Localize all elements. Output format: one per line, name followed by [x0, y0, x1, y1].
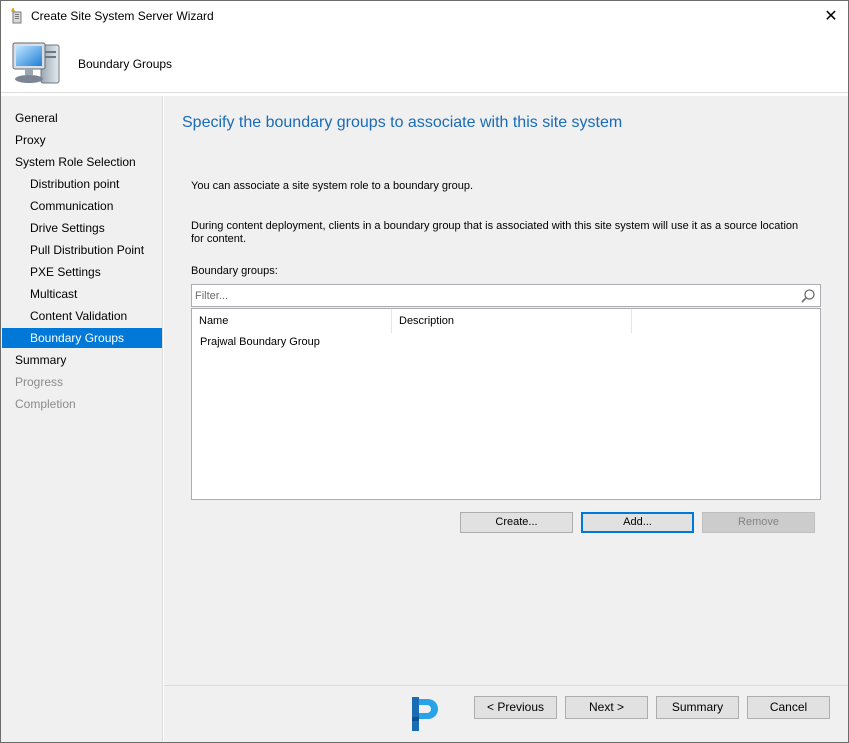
- search-icon[interactable]: [800, 288, 816, 304]
- nav-item-pull-distribution-point[interactable]: Pull Distribution Point: [2, 240, 162, 260]
- description-text: During content deployment, clients in a …: [191, 220, 799, 245]
- title-bar: Create Site System Server Wizard ✕: [1, 1, 848, 31]
- wizard-app-icon: [11, 8, 22, 24]
- nav-item-pxe-settings[interactable]: PXE Settings: [2, 262, 162, 282]
- nav-item-proxy[interactable]: Proxy: [2, 130, 162, 150]
- previous-button[interactable]: < Previous: [474, 696, 557, 719]
- intro-text: You can associate a site system role to …: [191, 180, 474, 192]
- close-button[interactable]: ✕: [814, 1, 848, 31]
- wizard-header: Boundary Groups: [1, 31, 848, 93]
- nav-item-content-validation[interactable]: Content Validation: [2, 306, 162, 326]
- computer-monitor-icon: [12, 42, 60, 84]
- wizard-window: Create Site System Server Wizard ✕ Bound…: [0, 0, 849, 743]
- nav-item-multicast[interactable]: Multicast: [2, 284, 162, 304]
- prajwal-logo-icon: [412, 697, 438, 731]
- filter-box: [191, 284, 821, 307]
- boundary-groups-label: Boundary groups:: [191, 265, 278, 277]
- nav-item-drive-settings[interactable]: Drive Settings: [2, 218, 162, 238]
- header-title: Boundary Groups: [78, 57, 173, 71]
- nav-item-completion: Completion: [15, 397, 76, 411]
- nav-item-communication[interactable]: Communication: [2, 196, 162, 216]
- wizard-steps-nav: General Proxy System Role Selection Dist…: [1, 96, 163, 742]
- next-button[interactable]: Next >: [565, 696, 648, 719]
- list-item[interactable]: Prajwal Boundary Group: [200, 336, 320, 348]
- nav-item-summary[interactable]: Summary: [2, 350, 162, 370]
- add-button[interactable]: Add...: [581, 512, 694, 533]
- wizard-footer: < Previous Next > Summary Cancel: [164, 685, 848, 742]
- boundary-groups-list[interactable]: Name Description Prajwal Boundary Group: [191, 308, 821, 500]
- cancel-button[interactable]: Cancel: [747, 696, 830, 719]
- wizard-page: Specify the boundary groups to associate…: [164, 96, 848, 742]
- column-header-name[interactable]: Name: [192, 309, 392, 333]
- nav-item-progress: Progress: [15, 375, 64, 389]
- summary-button[interactable]: Summary: [656, 696, 739, 719]
- remove-button: Remove: [702, 512, 815, 533]
- nav-item-general[interactable]: General: [2, 108, 162, 128]
- close-icon: ✕: [824, 8, 838, 25]
- page-heading: Specify the boundary groups to associate…: [182, 114, 623, 131]
- window-title: Create Site System Server Wizard: [31, 9, 214, 23]
- column-header-description[interactable]: Description: [392, 309, 632, 333]
- create-button[interactable]: Create...: [460, 512, 573, 533]
- nav-item-boundary-groups[interactable]: Boundary Groups: [2, 328, 162, 348]
- nav-item-distribution-point[interactable]: Distribution point: [2, 174, 162, 194]
- nav-item-system-role-selection[interactable]: System Role Selection: [2, 152, 162, 172]
- filter-input[interactable]: [195, 287, 795, 304]
